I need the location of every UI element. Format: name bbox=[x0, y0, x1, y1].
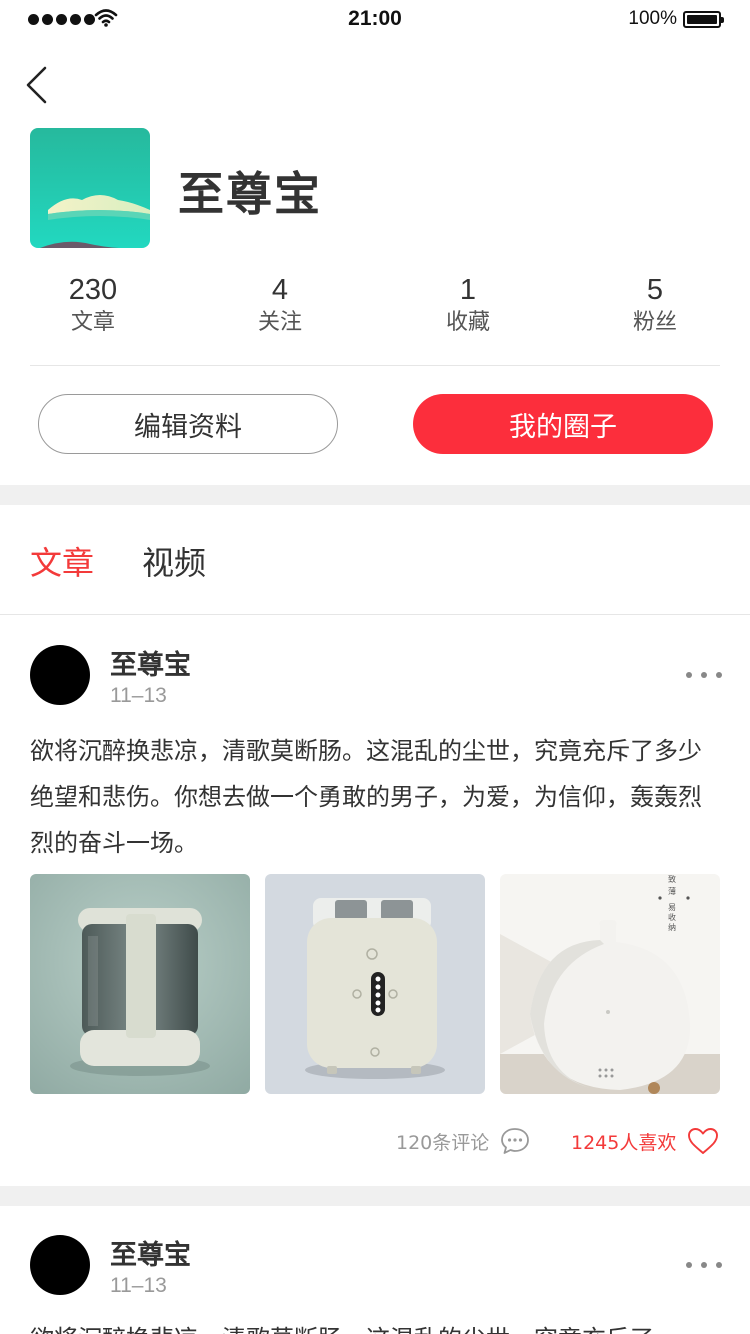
post-image-toaster[interactable] bbox=[265, 874, 485, 1094]
comment-icon bbox=[501, 1128, 530, 1154]
post-author-avatar[interactable] bbox=[30, 645, 90, 705]
more-icon[interactable] bbox=[686, 1255, 722, 1275]
humidifier-caption-char: 致 bbox=[668, 874, 676, 884]
heart-icon bbox=[688, 1128, 719, 1154]
section-divider bbox=[0, 485, 750, 505]
post-date: 11–13 bbox=[110, 684, 167, 707]
profile-avatar[interactable] bbox=[30, 128, 150, 248]
tab-videos[interactable]: 视频 bbox=[142, 538, 206, 584]
humidifier-caption-char: 薄 bbox=[668, 886, 676, 896]
stat-label: 关注 bbox=[257, 310, 302, 335]
profile-stats: 230 文章 4 关注 1 收藏 5 粉丝 bbox=[0, 272, 750, 342]
post-author-name[interactable]: 至尊宝 bbox=[110, 643, 191, 682]
humidifier-photo: 致 薄 易 收 纳 bbox=[500, 874, 720, 1094]
divider bbox=[30, 365, 720, 366]
post-author-name[interactable]: 至尊宝 bbox=[110, 1233, 191, 1272]
stat-label: 粉丝 bbox=[632, 310, 677, 335]
humidifier-caption-char: 纳 bbox=[668, 922, 676, 932]
stat-value: 4 bbox=[271, 274, 289, 306]
stat-articles[interactable]: 230 文章 bbox=[23, 272, 163, 338]
comments-count: 120条评论 bbox=[396, 1131, 490, 1154]
likes-count: 1245人喜欢 bbox=[571, 1131, 677, 1154]
stat-value: 5 bbox=[646, 274, 664, 306]
chevron-left-icon bbox=[26, 66, 47, 104]
post-text[interactable]: 欲将沉醉换悲凉，清歌莫断肠。这混乱的尘世，究竟充斥了 bbox=[30, 1316, 725, 1334]
post-image-kettle[interactable] bbox=[30, 874, 250, 1094]
stat-following[interactable]: 4 关注 bbox=[210, 272, 350, 338]
stat-value: 230 bbox=[68, 274, 118, 306]
battery-icon bbox=[683, 11, 724, 28]
edit-profile-button[interactable]: 编辑资料 bbox=[38, 394, 338, 454]
stat-followers[interactable]: 5 粉丝 bbox=[585, 272, 725, 338]
post-author-avatar[interactable] bbox=[30, 1235, 90, 1295]
stat-favorites[interactable]: 1 收藏 bbox=[398, 272, 538, 338]
battery-percentage: 100% bbox=[628, 8, 677, 29]
tab-articles[interactable]: 文章 bbox=[30, 538, 94, 584]
status-bar: 21:00 100% bbox=[0, 0, 750, 40]
stat-label: 文章 bbox=[70, 310, 115, 335]
section-divider bbox=[0, 1186, 750, 1206]
kettle-photo bbox=[30, 874, 250, 1094]
stat-value: 1 bbox=[459, 274, 477, 306]
comments-button[interactable]: 120条评论 bbox=[396, 1124, 531, 1158]
like-button[interactable]: 1245人喜欢 bbox=[571, 1124, 720, 1158]
stat-label: 收藏 bbox=[445, 310, 490, 335]
humidifier-caption-char: 易 bbox=[668, 903, 676, 912]
landscape-avatar-image bbox=[30, 128, 150, 248]
profile-username: 至尊宝 bbox=[178, 167, 322, 221]
back-button[interactable] bbox=[20, 62, 60, 108]
post-image-humidifier[interactable]: 致 薄 易 收 纳 bbox=[500, 874, 720, 1094]
divider bbox=[0, 614, 750, 615]
more-icon[interactable] bbox=[686, 665, 722, 685]
my-circle-button[interactable]: 我的圈子 bbox=[413, 394, 713, 454]
humidifier-caption-char: 收 bbox=[668, 912, 676, 922]
toaster-photo bbox=[265, 874, 485, 1094]
post-date: 11–13 bbox=[110, 1274, 167, 1297]
post-text[interactable]: 欲将沉醉换悲凉，清歌莫断肠。这混乱的尘世，究竟充斥了多少绝望和悲伤。你想去做一个… bbox=[30, 728, 725, 866]
